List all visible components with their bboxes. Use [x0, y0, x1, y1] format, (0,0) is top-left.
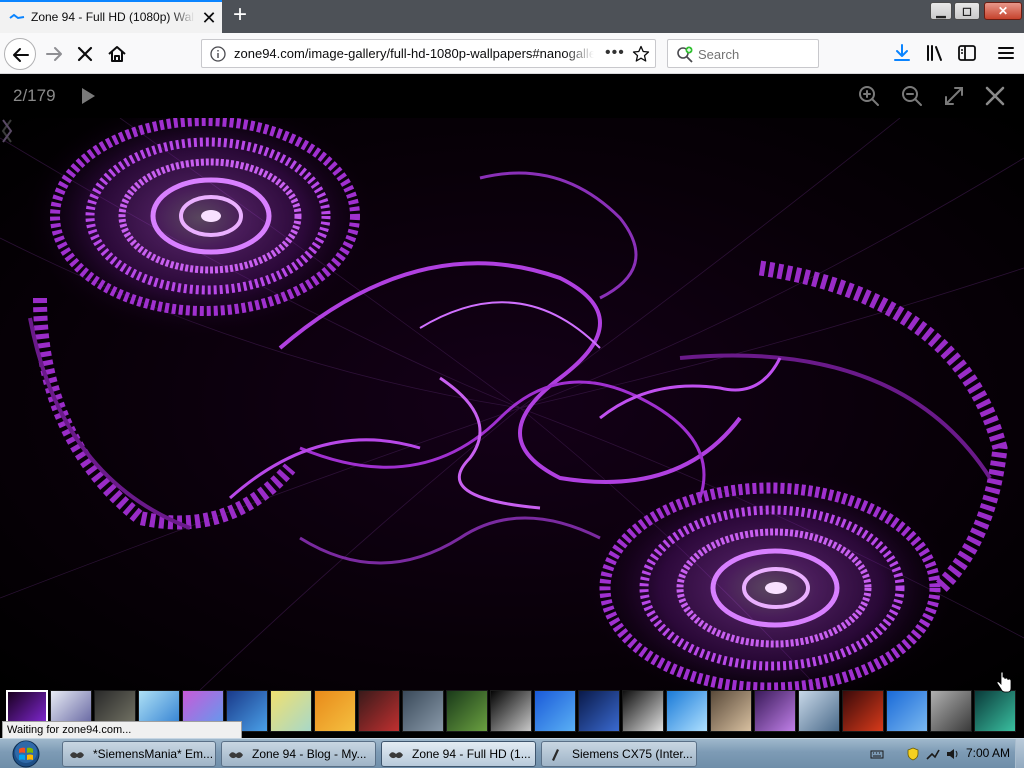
- home-button[interactable]: [101, 38, 133, 70]
- gallery-thumbnail[interactable]: [930, 690, 972, 732]
- site-info-icon[interactable]: [210, 46, 226, 62]
- security-shield-icon[interactable]: [906, 747, 920, 761]
- taskbar-item-label: Zone 94 - Blog - My...: [252, 747, 367, 761]
- firefox-app-icon: [229, 752, 243, 759]
- phone-app-icon: [552, 749, 559, 761]
- close-icon: ✕: [997, 4, 1009, 18]
- gallery-thumbnail[interactable]: [358, 690, 400, 732]
- tab-close-icon[interactable]: ✕: [200, 9, 218, 27]
- network-icon[interactable]: [926, 747, 940, 761]
- gallery-thumbnail[interactable]: [754, 690, 796, 732]
- search-bar[interactable]: Search: [667, 39, 819, 68]
- gallery-thumbnail[interactable]: [314, 690, 356, 732]
- taskbar-item-siemens-cx75[interactable]: Siemens CX75 (Inter...: [541, 741, 697, 767]
- page-actions-icon[interactable]: •••: [605, 44, 625, 62]
- minimize-icon: ▁: [936, 4, 946, 18]
- firefox-app-icon: [389, 752, 403, 759]
- gallery-thumbnail[interactable]: [842, 690, 884, 732]
- gallery-thumbnail[interactable]: [446, 690, 488, 732]
- gallery-thumbnail[interactable]: [402, 690, 444, 732]
- search-placeholder: Search: [698, 47, 740, 62]
- taskbar-item-label: *SiemensMania* Em...: [93, 747, 213, 761]
- forward-arrow-icon: [46, 47, 62, 61]
- zoom-out-icon[interactable]: [900, 84, 924, 108]
- gallery-thumbnail[interactable]: [270, 690, 312, 732]
- taskbar-item-label: Siemens CX75 (Inter...: [572, 747, 692, 761]
- firefox-app-icon: [70, 752, 84, 759]
- taskbar-item-zone94-wallpapers[interactable]: Zone 94 - Full HD (1...: [381, 741, 536, 767]
- keyboard-icon[interactable]: [870, 747, 884, 761]
- forward-button[interactable]: [38, 38, 70, 70]
- next-image-arrow-icon[interactable]: [0, 118, 14, 144]
- gallery-thumbnail[interactable]: [666, 690, 708, 732]
- purple-spiral-fractal: [0, 118, 1024, 690]
- show-desktop-button[interactable]: [1015, 739, 1024, 768]
- bookmark-star-icon[interactable]: [632, 45, 650, 63]
- back-button[interactable]: [4, 38, 36, 70]
- image-counter: 2/179: [13, 86, 56, 105]
- hand-pointer-cursor-icon: [996, 672, 1012, 693]
- gallery-thumbnail[interactable]: [578, 690, 620, 732]
- system-tray: 7:00 AM: [860, 739, 1024, 768]
- stop-icon: [77, 46, 93, 62]
- back-arrow-icon: [13, 48, 29, 62]
- taskbar-item-label: Zone 94 - Full HD (1...: [412, 747, 530, 761]
- stop-loading-button[interactable]: [69, 38, 101, 70]
- windows-taskbar: *SiemensMania* Em... Zone 94 - Blog - My…: [0, 738, 1024, 768]
- new-tab-button[interactable]: +: [228, 3, 252, 28]
- wallpaper-image[interactable]: [0, 118, 1024, 690]
- gallery-lightbox: 2/179: [0, 74, 1024, 738]
- tab-strip: Zone 94 - Full HD (1080p) Wallpapers ✕ +…: [0, 0, 1024, 33]
- restore-icon: ◻: [962, 4, 972, 18]
- status-tooltip: Waiting for zone94.com...: [2, 721, 242, 739]
- slideshow-play-icon[interactable]: [78, 86, 98, 106]
- fullscreen-icon[interactable]: [942, 84, 966, 108]
- url-text[interactable]: zone94.com/image-gallery/full-hd-1080p-w…: [234, 46, 594, 61]
- window-minimize-button[interactable]: ▁: [930, 2, 952, 20]
- volume-icon[interactable]: [946, 747, 960, 761]
- gallery-thumbnail[interactable]: [534, 690, 576, 732]
- favicon-icon: [9, 13, 25, 20]
- library-icon[interactable]: [925, 43, 945, 63]
- taskbar-item-zone94-blog[interactable]: Zone 94 - Blog - My...: [221, 741, 376, 767]
- address-bar[interactable]: zone94.com/image-gallery/full-hd-1080p-w…: [201, 39, 656, 68]
- window-restore-button[interactable]: ◻: [954, 2, 980, 20]
- gallery-thumbnail[interactable]: [974, 690, 1016, 732]
- screen: Zone 94 - Full HD (1080p) Wallpapers ✕ +…: [0, 0, 1024, 768]
- taskbar-item-siemensmania[interactable]: *SiemensMania* Em...: [62, 741, 216, 767]
- navigation-toolbar: zone94.com/image-gallery/full-hd-1080p-w…: [0, 33, 1024, 74]
- sidebar-icon[interactable]: [957, 43, 977, 63]
- home-icon: [108, 46, 126, 62]
- tab-zone94-wallpapers[interactable]: Zone 94 - Full HD (1080p) Wallpapers ✕: [0, 0, 222, 33]
- gallery-thumbnail[interactable]: [886, 690, 928, 732]
- downloads-icon[interactable]: [892, 43, 912, 63]
- gallery-thumbnail[interactable]: [798, 690, 840, 732]
- tab-title: Zone 94 - Full HD (1080p) Wallpapers: [31, 10, 195, 24]
- windows-start-button-icon[interactable]: [6, 740, 46, 768]
- search-icon: [677, 46, 693, 63]
- gallery-thumbnail[interactable]: [710, 690, 752, 732]
- gallery-thumbnail[interactable]: [490, 690, 532, 732]
- zoom-in-icon[interactable]: [857, 84, 881, 108]
- clock[interactable]: 7:00 AM: [966, 746, 1010, 760]
- close-lightbox-icon[interactable]: [983, 84, 1007, 108]
- gallery-thumbnail[interactable]: [622, 690, 664, 732]
- window-close-button[interactable]: ✕: [984, 2, 1022, 20]
- hamburger-menu-icon[interactable]: [996, 43, 1016, 63]
